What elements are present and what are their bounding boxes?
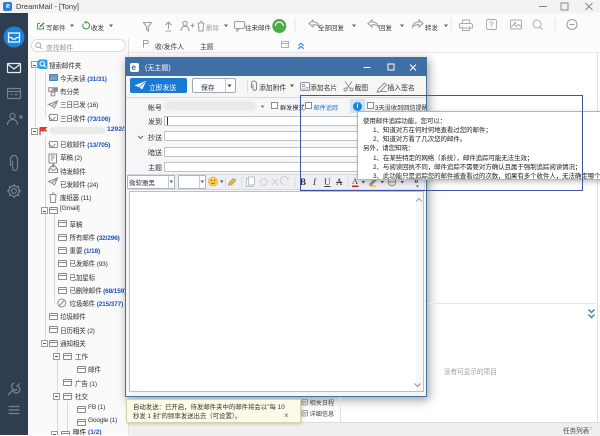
svg-text:?: ? [489,21,494,30]
